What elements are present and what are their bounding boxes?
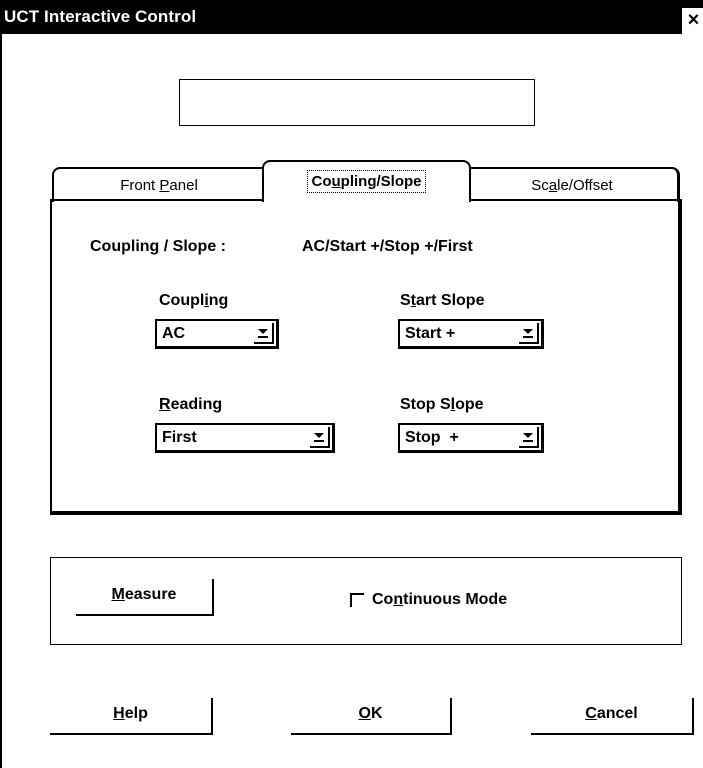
coupling-select[interactable]: AC (155, 319, 279, 349)
tab-front-panel[interactable]: Front Panel (52, 167, 264, 202)
continuous-mode-checkbox[interactable] (350, 593, 364, 607)
coupling-label: Coupling (159, 292, 229, 309)
chevron-down-icon[interactable] (254, 323, 274, 344)
stop-slope-select[interactable]: Stop + (398, 423, 544, 453)
start-slope-label: Start Slope (400, 292, 485, 309)
ok-button[interactable]: OK (291, 698, 452, 735)
chevron-down-icon[interactable] (519, 427, 539, 448)
chevron-down-icon[interactable] (519, 323, 539, 344)
start-slope-select[interactable]: Start + (398, 319, 544, 349)
cancel-button[interactable]: Cancel (531, 698, 694, 735)
help-button[interactable]: Help (50, 698, 213, 735)
tab-label-focus: Coupling/Slope (307, 170, 426, 193)
chevron-down-icon[interactable] (310, 427, 330, 448)
summary-value: AC/Start +/Stop +/First (302, 238, 473, 255)
reading-select[interactable]: First (155, 423, 335, 453)
reading-label: Reading (159, 396, 223, 413)
window-title: UCT Interactive Control (4, 7, 197, 26)
reading-value: First (162, 429, 197, 446)
summary-label: Coupling / Slope : (90, 238, 226, 255)
tab-scale-offset[interactable]: Scale/Offset (467, 167, 680, 202)
continuous-mode-label[interactable]: Continuous Mode (372, 591, 507, 609)
start-slope-value: Start + (405, 325, 456, 342)
tab-coupling-slope[interactable]: Coupling/Slope (262, 160, 471, 202)
dialog-window: UCT Interactive Control × Front Panel Co… (0, 0, 703, 768)
stop-slope-label: Stop Slope (400, 396, 484, 413)
measure-button[interactable]: Measure (76, 579, 214, 616)
stop-slope-value: Stop + (405, 429, 459, 446)
title-bar: UCT Interactive Control × (2, 0, 703, 34)
coupling-value: AC (162, 325, 186, 342)
close-button[interactable]: × (682, 8, 703, 34)
result-display (179, 79, 535, 126)
